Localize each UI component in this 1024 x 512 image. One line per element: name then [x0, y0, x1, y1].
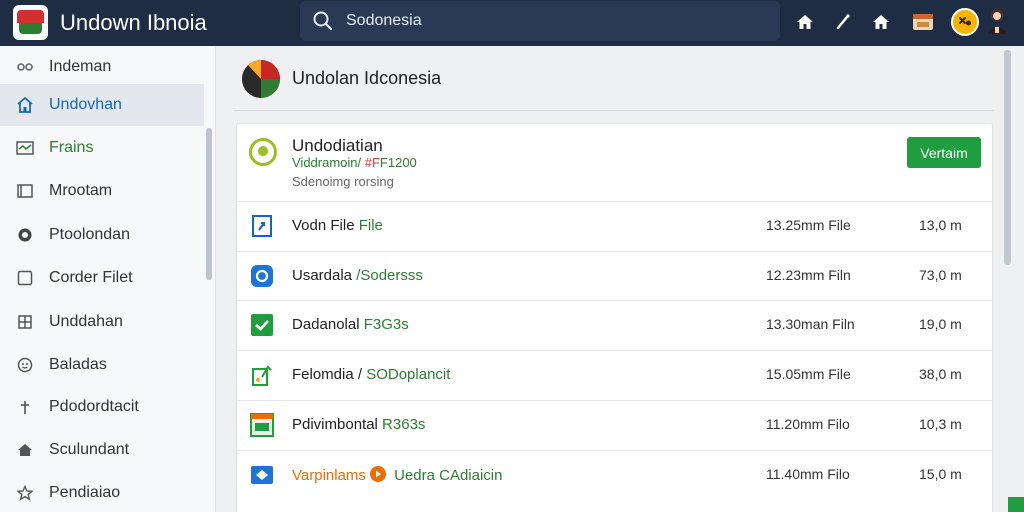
image-icon: [0, 184, 49, 198]
check-icon: [250, 313, 274, 337]
file-name-extra: File: [358, 217, 383, 234]
forward-icon: [250, 463, 274, 487]
file-name: Varpinlams Uedra CAdiaicin: [292, 466, 502, 484]
page-title: Undolan Idconesia: [292, 68, 442, 88]
file-size: 13,0 m: [919, 217, 962, 233]
house-icon: [0, 96, 49, 114]
file-name: Vodn File File: [292, 217, 383, 234]
app-logo-icon[interactable]: [13, 5, 48, 40]
file-name-extra: /Sodersss: [356, 267, 423, 284]
gear-icon: [0, 357, 49, 373]
file-name-extra: Uedra CAdiaicin: [394, 467, 503, 484]
file-info: 11.40mm Filo: [766, 466, 850, 482]
sidebar: Indeman Undovhan Frains Mrootam Ptoolond…: [0, 46, 216, 512]
home-icon[interactable]: [867, 8, 895, 36]
file-size: 19,0 m: [919, 316, 962, 332]
sync-icon: [250, 264, 274, 288]
pin-icon: [0, 399, 49, 415]
home-icon: [0, 442, 49, 458]
table-row[interactable]: Pdivimbontal R363s 11.20mm Filo 10,3 m: [237, 400, 992, 449]
file-size: 73,0 m: [919, 267, 962, 283]
primary-action-button[interactable]: Vertaim: [907, 137, 981, 168]
sidebar-item-pendiaiao[interactable]: Pendiaiao: [0, 472, 204, 512]
card-subtitle: Viddramoin/ #FF1200: [292, 155, 417, 170]
home-icon[interactable]: [791, 8, 819, 36]
profile-icon: [249, 138, 277, 166]
file-name-main: Felomdia /: [292, 366, 367, 383]
card-subtitle-code: F1200: [379, 155, 417, 170]
file-name-main: Dadanolal: [292, 316, 364, 333]
top-bar: Undown Ibnoia: [0, 0, 1024, 46]
badge-icon[interactable]: [951, 8, 979, 36]
sidebar-item-baladas[interactable]: Baladas: [0, 344, 204, 386]
building-icon: [0, 314, 49, 330]
file-name: Usardala /Sodersss: [292, 267, 423, 284]
status-corner-icon: [1008, 497, 1024, 512]
search-input[interactable]: [346, 9, 746, 33]
file-size: 38,0 m: [919, 366, 962, 382]
file-name-extra: SODoplancit: [366, 366, 451, 383]
file-name-main: Pdivimbontal: [292, 416, 383, 433]
mail-icon: [0, 141, 49, 155]
sidebar-scrollbar[interactable]: [206, 128, 212, 280]
play-icon: [370, 466, 387, 482]
sidebar-item-frains[interactable]: Frains: [0, 127, 204, 169]
folder-icon[interactable]: [909, 8, 937, 36]
file-info: 15.05mm File: [766, 366, 851, 382]
table-row[interactable]: Felomdia / SODoplancit 15.05mm File 38,0…: [237, 350, 992, 399]
link-icon: [0, 60, 49, 74]
sidebar-item-corder-filet[interactable]: Corder Filet: [0, 257, 204, 299]
table-row[interactable]: Varpinlams Uedra CAdiaicin 11.40mm Filo …: [237, 450, 992, 499]
archive-icon: [250, 413, 274, 437]
sidebar-item-mrootam[interactable]: Mrootam: [0, 170, 204, 212]
card-description: Sdenoimg rorsing: [292, 174, 394, 189]
file-size: 10,3 m: [919, 416, 962, 432]
file-info: 11.20mm Filo: [766, 416, 850, 432]
file-name: Pdivimbontal R363s: [292, 416, 425, 433]
file-info: 13.25mm File: [766, 217, 851, 233]
file-name-extra: F3G3s: [363, 316, 409, 333]
pen-icon[interactable]: [829, 8, 857, 36]
sidebar-item-sculundant[interactable]: Sculundant: [0, 429, 204, 471]
table-row[interactable]: Vodn File File 13.25mm File 13,0 m: [237, 201, 992, 250]
file-name-main: Varpinlams: [292, 467, 371, 484]
file-icon: [250, 214, 274, 238]
search-icon: [313, 11, 333, 31]
file-size: 15,0 m: [919, 466, 962, 482]
file-name-main: Usardala: [292, 267, 357, 284]
app-title: Undown Ibnoia: [60, 10, 207, 35]
header-divider: [234, 110, 994, 111]
card-subtitle-highlight: #F: [364, 155, 380, 170]
file-name: Felomdia / SODoplancit: [292, 366, 450, 383]
sidebar-item-ptoolondan[interactable]: Ptoolondan: [0, 214, 204, 256]
table-row[interactable]: Dadanolal F3G3s 13.30man Filn 19,0 m: [237, 300, 992, 349]
user-avatar[interactable]: [985, 6, 1009, 36]
star-icon: [0, 485, 49, 501]
main-scrollbar[interactable]: [1004, 50, 1011, 265]
file-name-extra: R363s: [382, 416, 426, 433]
file-name-main: Vodn File: [292, 217, 359, 234]
upload-icon: [250, 363, 274, 387]
sidebar-item-undovhan[interactable]: Undovhan: [0, 84, 204, 126]
square-icon: [0, 270, 49, 286]
file-name: Dadanolal F3G3s: [292, 316, 409, 333]
sidebar-item-indeman[interactable]: Indeman: [0, 46, 204, 88]
file-info: 13.30man Filn: [766, 316, 855, 332]
sidebar-item-unddahan[interactable]: Unddahan: [0, 301, 204, 343]
search-box[interactable]: [300, 1, 780, 41]
card-subtitle-part: Viddramoin/: [292, 155, 365, 170]
file-info: 12.23mm Filn: [766, 267, 851, 283]
circle-icon: [0, 227, 49, 243]
table-row[interactable]: Usardala /Sodersss 12.23mm Filn 73,0 m: [237, 251, 992, 300]
sidebar-item-pdodordtacit[interactable]: Pdodordtacit: [0, 386, 204, 428]
card-title: Undodiatian: [292, 136, 383, 155]
globe-icon: [242, 60, 280, 98]
